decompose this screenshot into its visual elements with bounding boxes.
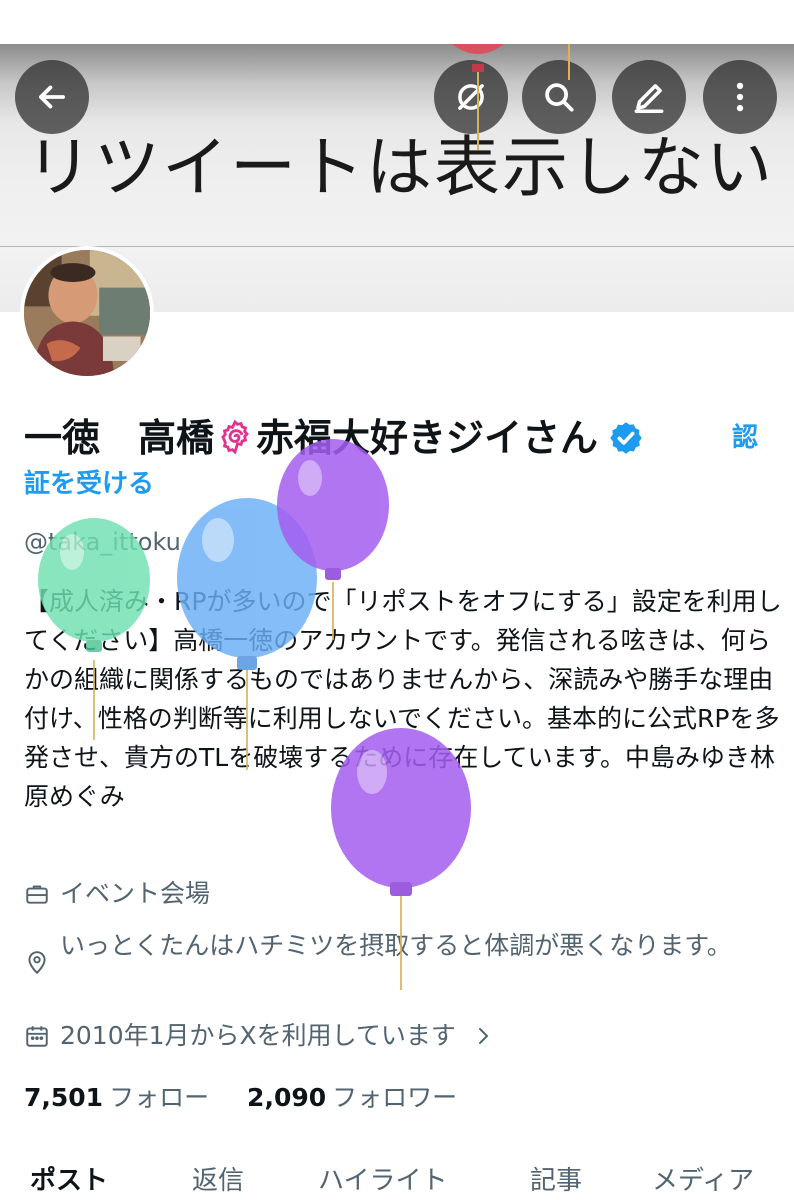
display-name: 一徳 高橋 赤福大好きジイさん bbox=[24, 416, 644, 460]
profile-tabs: ポスト 返信 ハイライト 記事 メディア bbox=[0, 1150, 794, 1200]
joined-text: 2010年1月からXを利用しています bbox=[60, 1021, 456, 1050]
profile-bio: 【成人済み・RPが多いので「リポストをオフにする」設定を利用してください】高橋一… bbox=[24, 587, 782, 811]
following-link[interactable]: 7,501 フォロー bbox=[24, 1083, 209, 1112]
profile-category: イベント会場 bbox=[24, 876, 210, 912]
banner-divider bbox=[0, 246, 794, 247]
search-button[interactable] bbox=[522, 60, 596, 134]
tab-replies[interactable]: 返信 bbox=[192, 1160, 244, 1197]
back-arrow-icon bbox=[39, 85, 65, 109]
user-handle: @taka_ittoku bbox=[24, 528, 181, 556]
search-icon bbox=[545, 83, 574, 112]
following-count: 7,501 bbox=[24, 1083, 104, 1112]
following-label: フォロー bbox=[109, 1083, 210, 1112]
tab-media[interactable]: メディア bbox=[652, 1160, 754, 1197]
location-text: いっとくたんはハチミツを摂取すると体調が悪くなります。 bbox=[60, 931, 732, 960]
location-pin-icon bbox=[28, 951, 46, 975]
profile-joined[interactable]: 2010年1月からXを利用しています bbox=[24, 1018, 506, 1054]
followers-link[interactable]: 2,090 フォロワー bbox=[247, 1083, 457, 1112]
category-text: イベント会場 bbox=[60, 879, 211, 908]
tab-highlights[interactable]: ハイライト bbox=[318, 1160, 447, 1197]
status-area bbox=[0, 0, 794, 44]
calendar-icon bbox=[26, 1026, 48, 1047]
briefcase-icon bbox=[26, 885, 48, 904]
tab-posts[interactable]: ポスト bbox=[30, 1160, 108, 1197]
avatar[interactable] bbox=[20, 246, 154, 380]
grok-icon bbox=[458, 84, 484, 110]
more-icon bbox=[736, 82, 744, 112]
profile-location: いっとくたんはハチミツを摂取すると体調が悪くなります。 bbox=[24, 928, 764, 976]
followers-label: フォロワー bbox=[332, 1083, 458, 1112]
tab-articles[interactable]: 記事 bbox=[530, 1160, 582, 1197]
followers-count: 2,090 bbox=[247, 1083, 327, 1112]
back-button[interactable] bbox=[15, 60, 89, 134]
verified-badge-icon bbox=[610, 422, 642, 454]
avatar-photo bbox=[24, 250, 150, 376]
display-name-part2: 赤福大好きジイさん bbox=[256, 416, 599, 460]
get-verified-link-part2[interactable]: 証を受ける bbox=[24, 468, 154, 500]
get-verified-link-part1[interactable]: 認 bbox=[732, 422, 758, 454]
follow-stats: 7,501 フォロー 2,090 フォロワー bbox=[24, 1078, 457, 1114]
edit-button[interactable] bbox=[612, 60, 686, 134]
grok-button[interactable] bbox=[434, 60, 508, 134]
naruto-swirl-icon bbox=[221, 419, 250, 455]
edit-icon bbox=[634, 84, 664, 113]
display-name-part1: 一徳 高橋 bbox=[24, 416, 215, 460]
chevron-right-icon bbox=[478, 1028, 489, 1044]
more-button[interactable] bbox=[703, 60, 777, 134]
